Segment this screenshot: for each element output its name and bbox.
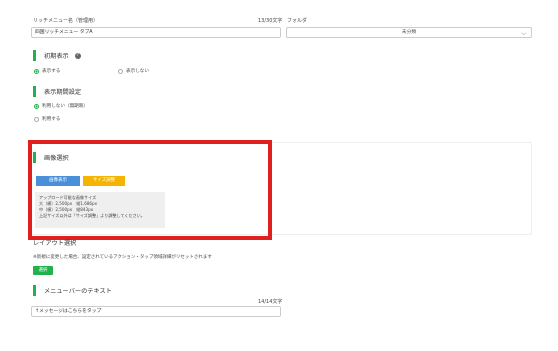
richmenu-name-count: 13/30文字: [258, 18, 283, 24]
folder-select[interactable]: 未分類 ⌵: [286, 27, 532, 38]
section-accent-bar: [33, 50, 36, 61]
initial-display-header: 初期表示 ?: [33, 50, 81, 61]
menu-bar-title: メニューバーのテキスト: [44, 288, 112, 295]
radio-unchecked-icon: [118, 68, 123, 74]
display-period-option-use[interactable]: 利用する: [34, 116, 60, 122]
initial-display-option-show[interactable]: 表示する: [34, 68, 60, 74]
initial-display-title: 初期表示: [44, 53, 69, 60]
chevron-down-icon: ⌵: [521, 30, 526, 37]
menu-bar-header: メニューバーのテキスト: [33, 285, 112, 296]
radio-unchecked-icon: [34, 116, 39, 122]
section-accent-bar: [33, 86, 36, 97]
layout-select-title: レイアウト選択: [33, 240, 77, 247]
richmenu-name-label: リッチメニュー名（管理用）: [33, 18, 99, 24]
folder-selected-value: 未分類: [401, 30, 417, 35]
layout-select-button[interactable]: 選択: [33, 266, 53, 275]
richmenu-name-input[interactable]: 四国リッチメニュー タブA: [31, 27, 281, 38]
display-period-title: 表示期間設定: [44, 89, 82, 96]
radio-checked-icon: [34, 68, 39, 74]
display-period-header: 表示期間設定: [33, 86, 81, 97]
layout-reset-note: ※新規に変更した場合、設定されているアクション・タップ領域詳細がリセットされます: [33, 255, 212, 260]
section-accent-bar: [33, 285, 36, 296]
radio-label: 利用する: [42, 117, 61, 122]
display-period-option-unlimited[interactable]: 利用しない（無期限）: [34, 103, 88, 109]
initial-display-option-hide[interactable]: 表示しない: [118, 68, 149, 74]
radio-checked-icon: [34, 103, 39, 109]
menu-bar-text-input[interactable]: ↑メッセージはこちらをタップ: [31, 306, 281, 317]
radio-label: 表示しない: [126, 69, 149, 74]
radio-label: 利用しない（無期限）: [42, 104, 88, 109]
menu-bar-count: 14/14文字: [258, 299, 283, 305]
folder-label: フォルダ: [287, 18, 308, 24]
radio-label: 表示する: [42, 69, 61, 74]
help-icon[interactable]: ?: [74, 52, 81, 59]
highlight-frame: [28, 140, 272, 240]
